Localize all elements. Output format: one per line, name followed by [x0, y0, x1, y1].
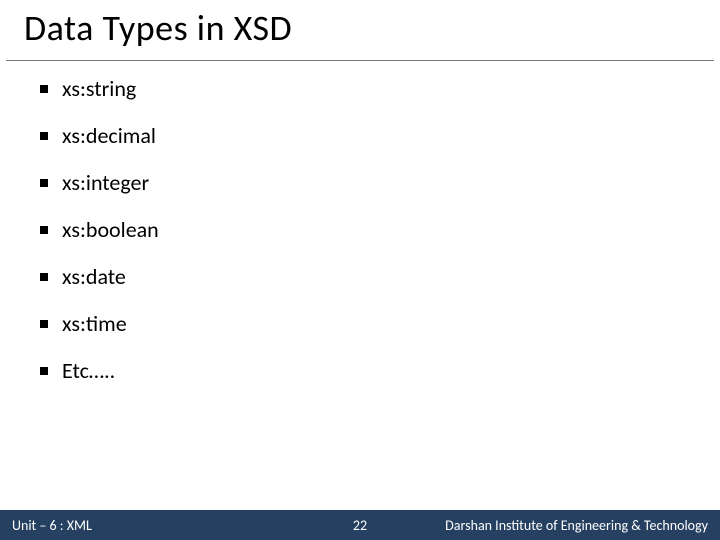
list-item: xs:decimal [40, 122, 680, 149]
bullet-list: xs:string xs:decimal xs:integer xs:boole… [40, 75, 680, 384]
slide-title: Data Types in XSD [6, 0, 714, 61]
square-bullet-icon [40, 179, 48, 187]
list-item: xs:integer [40, 169, 680, 196]
list-item: Etc….. [40, 357, 680, 384]
list-item-text: xs:date [62, 263, 126, 290]
list-item: xs:boolean [40, 216, 680, 243]
slide-footer: Unit – 6 : XML 22 Darshan Institute of E… [0, 510, 720, 540]
list-item-text: xs:time [62, 310, 127, 337]
list-item: xs:string [40, 75, 680, 102]
list-item-text: xs:string [62, 75, 136, 102]
list-item-text: xs:decimal [62, 122, 156, 149]
list-item: xs:date [40, 263, 680, 290]
list-item-text: xs:integer [62, 169, 149, 196]
footer-unit-label: Unit – 6 : XML [0, 517, 92, 534]
square-bullet-icon [40, 85, 48, 93]
list-item-text: xs:boolean [62, 216, 159, 243]
square-bullet-icon [40, 273, 48, 281]
square-bullet-icon [40, 367, 48, 375]
square-bullet-icon [40, 132, 48, 140]
square-bullet-icon [40, 226, 48, 234]
footer-institute: Darshan Institute of Engineering & Techn… [445, 517, 720, 534]
slide-content: xs:string xs:decimal xs:integer xs:boole… [0, 61, 720, 418]
list-item-text: Etc….. [62, 357, 115, 384]
list-item: xs:time [40, 310, 680, 337]
square-bullet-icon [40, 320, 48, 328]
